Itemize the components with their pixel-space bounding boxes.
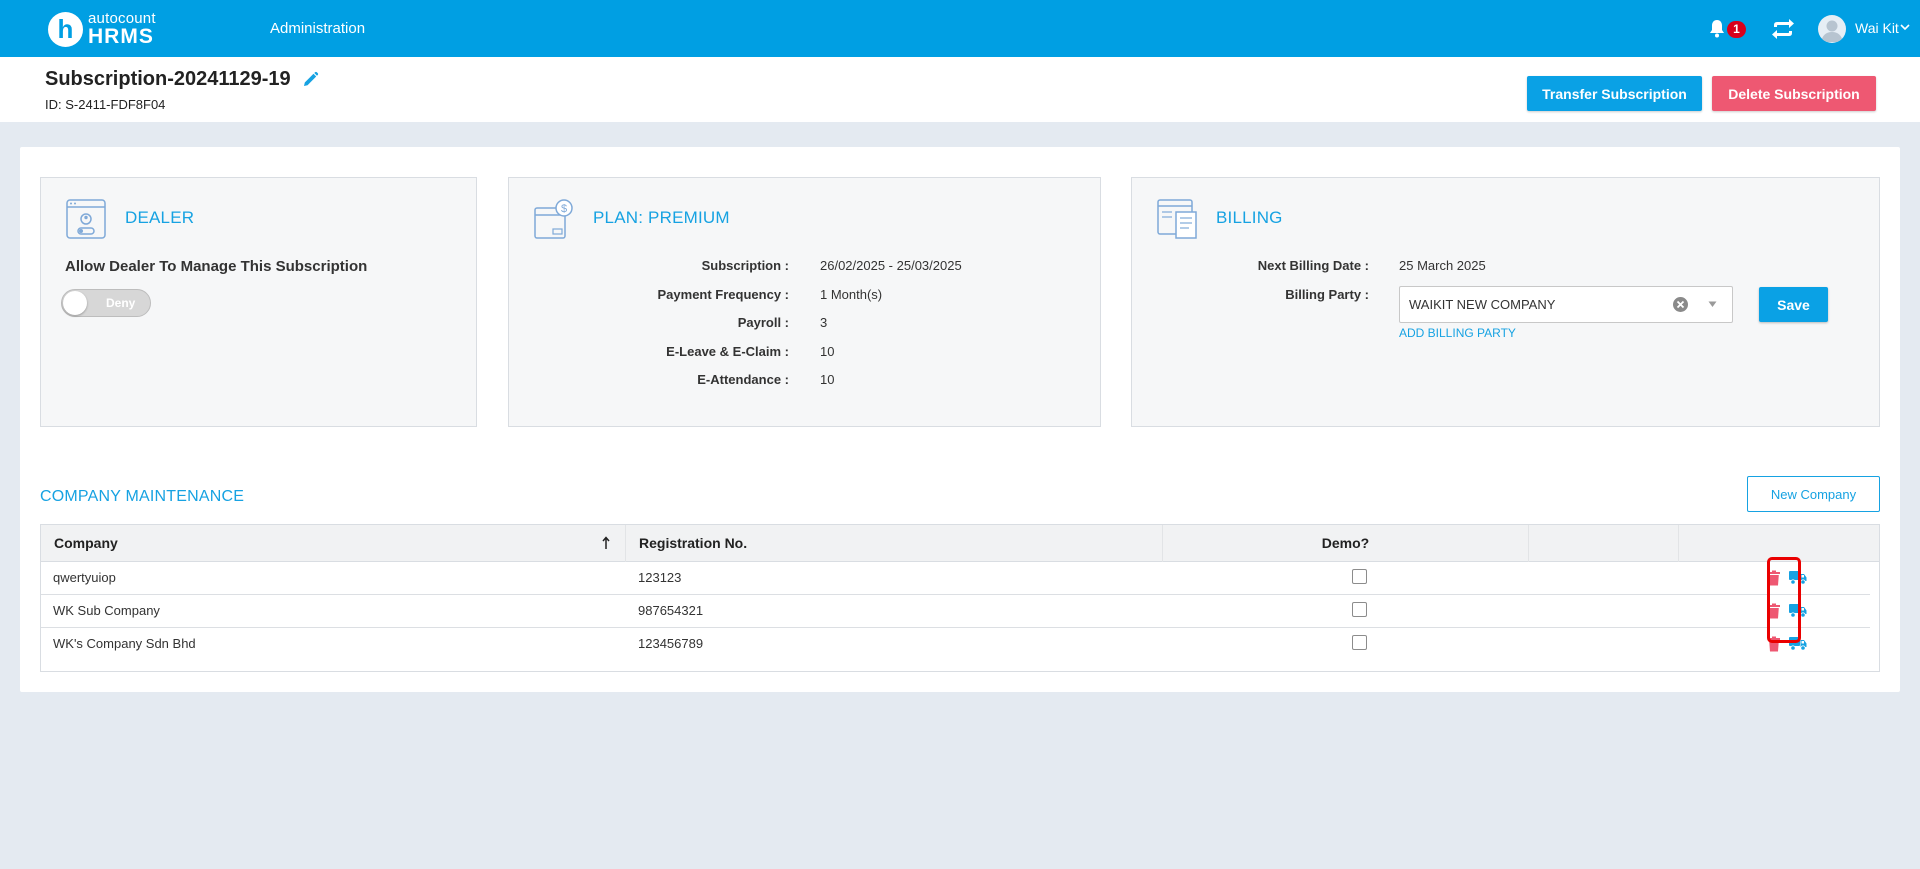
nav-administration[interactable]: Administration bbox=[270, 20, 365, 37]
sort-ascending-icon[interactable] bbox=[601, 536, 611, 550]
plan-card: $ PLAN: PREMIUM Subscription : 26/02/202… bbox=[508, 177, 1101, 427]
toggle-state-text: Deny bbox=[106, 296, 136, 310]
company-name: WK's Company Sdn Bhd bbox=[53, 636, 196, 651]
billing-card: BILLING Next Billing Date : 25 March 202… bbox=[1131, 177, 1880, 427]
pencil-icon[interactable] bbox=[302, 71, 319, 88]
page-header: Subscription-20241129-19 ID: S-2411-FDF8… bbox=[0, 57, 1920, 122]
table-row: WK's Company Sdn Bhd 123456789 bbox=[41, 628, 1879, 661]
demo-checkbox[interactable] bbox=[1352, 602, 1367, 617]
allow-dealer-label: Allow Dealer To Manage This Subscription bbox=[65, 258, 368, 275]
company-name: WK Sub Company bbox=[53, 603, 160, 618]
plan-label: Payment Frequency : bbox=[657, 287, 790, 302]
column-demo-label: Demo? bbox=[1321, 535, 1370, 551]
clear-icon[interactable] bbox=[1672, 296, 1689, 313]
column-demo[interactable]: Demo? bbox=[1163, 525, 1529, 562]
plan-value: 1 Month(s) bbox=[820, 287, 883, 302]
plan-value: 3 bbox=[820, 315, 828, 330]
plan-value: 26/02/2025 - 25/03/2025 bbox=[820, 258, 962, 273]
registration-no: 123123 bbox=[638, 570, 682, 585]
subscription-id: ID: S-2411-FDF8F04 bbox=[45, 97, 166, 112]
truck-icon[interactable] bbox=[1789, 636, 1807, 651]
plan-label: E-Leave & E-Claim : bbox=[666, 344, 789, 359]
delete-subscription-button[interactable]: Delete Subscription bbox=[1712, 76, 1876, 111]
logo-line2: HRMS bbox=[88, 25, 154, 48]
user-avatar-icon bbox=[1821, 20, 1843, 42]
chevron-down-icon[interactable] bbox=[1900, 22, 1910, 32]
plan-label: E-Attendance : bbox=[697, 372, 789, 387]
dealer-toggle[interactable]: Deny bbox=[61, 289, 151, 317]
plan-icon: $ bbox=[534, 199, 573, 239]
billing-icon bbox=[1157, 199, 1197, 239]
plan-row-subscription: Subscription : bbox=[509, 258, 789, 276]
transfer-subscription-button[interactable]: Transfer Subscription bbox=[1527, 76, 1702, 111]
billing-party-row: Billing Party : bbox=[1132, 287, 1369, 305]
dealer-title: DEALER bbox=[125, 208, 195, 227]
next-billing-value: 25 March 2025 bbox=[1399, 258, 1486, 273]
bell-icon[interactable] bbox=[1708, 19, 1726, 39]
user-name[interactable]: Wai Kit bbox=[1855, 20, 1899, 36]
plan-title: PLAN: PREMIUM bbox=[593, 208, 730, 227]
page-title: Subscription-20241129-19 bbox=[45, 68, 291, 90]
column-blank bbox=[1529, 525, 1679, 562]
plan-row-eattendance: E-Attendance : bbox=[509, 372, 789, 390]
plan-row-eleave-eclaim: E-Leave & E-Claim : bbox=[509, 344, 789, 362]
plan-label: Payroll : bbox=[737, 315, 789, 330]
column-company[interactable]: Company bbox=[41, 525, 626, 562]
new-company-button[interactable]: New Company bbox=[1747, 476, 1880, 512]
plan-label: Subscription : bbox=[701, 258, 789, 273]
column-registration[interactable]: Registration No. bbox=[626, 525, 1163, 562]
notification-badge: 1 bbox=[1727, 21, 1746, 38]
switch-icon[interactable] bbox=[1770, 17, 1796, 41]
table-row: qwertyuiop 123123 bbox=[41, 562, 1879, 595]
next-billing-label: Next Billing Date : bbox=[1257, 258, 1369, 273]
billing-title: BILLING bbox=[1216, 208, 1283, 227]
demo-checkbox[interactable] bbox=[1352, 569, 1367, 584]
billing-party-value: WAIKIT NEW COMPANY bbox=[1409, 297, 1556, 312]
logo-line1: autocount bbox=[88, 10, 156, 27]
caret-down-icon[interactable] bbox=[1708, 301, 1717, 308]
app-logo[interactable]: h autocount HRMS bbox=[48, 10, 156, 48]
toggle-knob bbox=[63, 291, 87, 315]
logo-mark: h bbox=[48, 11, 83, 47]
demo-checkbox[interactable] bbox=[1352, 635, 1367, 650]
company-name: qwertyuiop bbox=[53, 570, 116, 585]
truck-icon[interactable] bbox=[1789, 603, 1807, 618]
plan-value: 10 bbox=[820, 344, 835, 359]
trash-icon[interactable] bbox=[1767, 570, 1781, 586]
registration-no: 123456789 bbox=[638, 636, 704, 651]
plan-row-payroll: Payroll : bbox=[509, 315, 789, 333]
next-billing-row: Next Billing Date : bbox=[1132, 258, 1369, 276]
logo-text: autocount HRMS bbox=[88, 11, 156, 47]
registration-no: 987654321 bbox=[638, 603, 704, 618]
column-registration-label: Registration No. bbox=[639, 535, 748, 551]
company-table: Company Registration No. Demo? qwertyuio… bbox=[40, 524, 1880, 672]
main-panel: DEALER Allow Dealer To Manage This Subsc… bbox=[20, 147, 1900, 692]
add-billing-party-link[interactable]: ADD BILLING PARTY bbox=[1399, 326, 1516, 340]
truck-icon[interactable] bbox=[1789, 570, 1807, 585]
trash-icon[interactable] bbox=[1767, 636, 1781, 652]
plan-row-payment-frequency: Payment Frequency : bbox=[509, 287, 790, 305]
trash-icon[interactable] bbox=[1767, 603, 1781, 619]
svg-text:$: $ bbox=[561, 203, 567, 215]
billing-party-select[interactable]: WAIKIT NEW COMPANY bbox=[1399, 286, 1733, 323]
company-maintenance-title: COMPANY MAINTENANCE bbox=[40, 488, 245, 505]
dealer-icon bbox=[66, 199, 106, 239]
plan-value: 10 bbox=[820, 372, 835, 387]
table-row: WK Sub Company 987654321 bbox=[41, 595, 1879, 628]
dealer-card: DEALER Allow Dealer To Manage This Subsc… bbox=[40, 177, 477, 427]
avatar[interactable] bbox=[1818, 15, 1846, 43]
table-header: Company Registration No. Demo? bbox=[41, 525, 1879, 562]
column-company-label: Company bbox=[54, 535, 118, 551]
top-navbar: h autocount HRMS Administration 1 Wai Ki… bbox=[0, 0, 1920, 57]
billing-party-label: Billing Party : bbox=[1285, 287, 1369, 302]
save-button[interactable]: Save bbox=[1759, 287, 1828, 322]
